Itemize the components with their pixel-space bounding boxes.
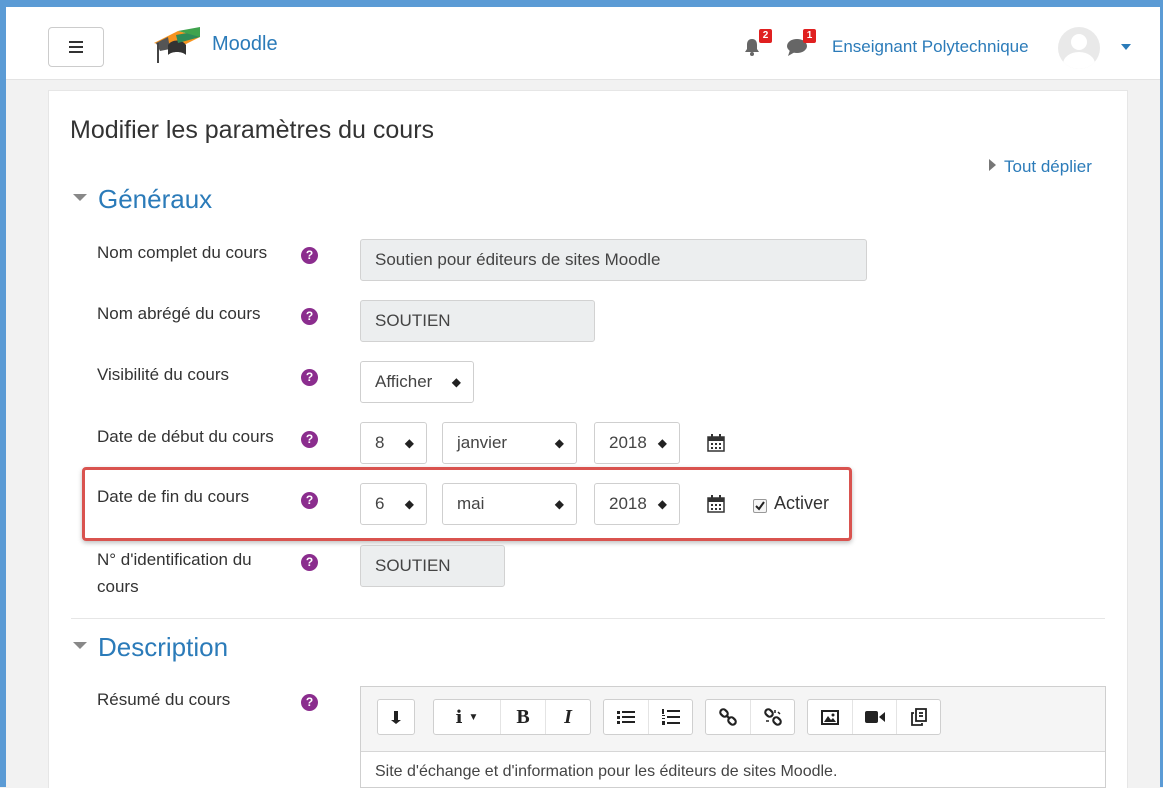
help-icon[interactable]: ? [301,431,318,448]
visibility-value: Afficher [375,372,433,391]
hamburger-line [69,51,83,53]
link-icon[interactable] [706,700,750,734]
select-arrows-icon: ◆ [404,436,414,450]
manage-files-icon[interactable] [896,700,940,734]
select-arrows-icon: ◆ [657,497,667,511]
startdate-label: Date de début du cours [97,427,274,446]
enddate-day-select[interactable]: 6 ◆ [360,483,427,525]
unordered-list-icon[interactable] [604,700,648,734]
section-general-title: Généraux [98,184,213,214]
toolbar-group [705,699,795,735]
ordered-list-icon[interactable] [648,700,692,734]
unlink-icon[interactable] [750,700,794,734]
enddate-day-value: 6 [375,494,385,513]
startdate-month-select[interactable]: janvier ◆ [442,422,577,464]
bold-glyph: B [516,705,530,728]
user-menu-name[interactable]: Enseignant Polytechnique [832,37,1029,57]
summary-editor[interactable]: i ▼ B I Site d'échange et d'information … [360,686,1106,788]
enddate-enable-label[interactable]: Activer [774,493,829,514]
enddate-year-select[interactable]: 2018 ◆ [594,483,680,525]
calendar-icon[interactable] [707,495,725,513]
avatar-body-shape [1063,52,1095,69]
startdate-month-value: janvier [457,433,508,452]
fullname-label: Nom complet du cours [97,243,268,262]
idnumber-label-line2: cours [97,577,139,596]
help-icon[interactable]: ? [301,369,318,386]
window-frame-left [0,0,6,787]
startdate-day-select[interactable]: 8 ◆ [360,422,427,464]
help-icon[interactable]: ? [301,308,318,325]
avatar-head-shape [1071,34,1087,50]
startdate-year-select[interactable]: 2018 ◆ [594,422,680,464]
enddate-month-select[interactable]: mai ◆ [442,483,577,525]
brand-name[interactable]: Moodle [212,33,278,56]
user-avatar[interactable] [1058,27,1100,69]
idnumber-label: N° d'identification du cours [97,546,252,600]
startdate-year-value: 2018 [609,433,647,452]
toolbar-group [603,699,693,735]
hamburger-line [69,41,83,43]
page-title: Modifier les paramètres du cours [70,116,435,144]
checkmark-icon [755,501,765,511]
section-divider [71,618,1105,619]
caret-down-icon [73,194,87,201]
select-arrows-icon: ◆ [404,497,414,511]
select-arrows-icon: ◆ [451,375,461,389]
messages-button[interactable]: 1 [786,29,816,59]
expand-all-label: Tout déplier [1004,157,1092,176]
section-description-title: Description [98,632,229,662]
caret-right-icon [989,159,996,171]
main-content-card: Modifier les paramètres du cours Tout dé… [48,90,1128,788]
visibility-label: Visibilité du cours [97,365,229,384]
help-icon[interactable]: ? [301,554,318,571]
editor-toolbar: i ▼ B I [361,687,1105,752]
italic-icon[interactable]: I [545,700,590,734]
notifications-button[interactable]: 2 [742,29,772,59]
message-count-badge: 1 [803,29,816,43]
help-icon[interactable]: ? [301,247,318,264]
user-menu-caret-icon[interactable] [1121,44,1131,50]
notification-count-badge: 2 [759,29,772,43]
summary-label: Résumé du cours [97,690,231,709]
toolbar-group [377,699,415,735]
idnumber-label-line1: N° d'identification du [97,550,252,569]
section-general-header[interactable]: Généraux [73,184,212,215]
enddate-label: Date de fin du cours [97,487,250,506]
idnumber-field[interactable]: SOUTIEN [360,545,505,587]
calendar-icon[interactable] [707,434,725,452]
window-frame-top [0,0,1163,7]
select-arrows-icon: ◆ [554,436,564,450]
menu-toggle-button[interactable] [48,27,104,67]
paragraph-styles-icon[interactable]: i ▼ [434,700,500,734]
section-description-header[interactable]: Description [73,632,228,663]
moodle-logo-icon[interactable] [148,21,204,69]
italic-glyph: I [564,705,572,728]
shortname-field[interactable]: SOUTIEN [360,300,595,342]
shortname-label: Nom abrégé du cours [97,304,261,323]
startdate-day-value: 8 [375,433,385,452]
select-arrows-icon: ◆ [554,497,564,511]
help-icon[interactable]: ? [301,694,318,711]
enddate-enable-checkbox[interactable] [753,499,767,513]
caret-down-icon [73,642,87,649]
visibility-select[interactable]: Afficher ◆ [360,361,474,403]
image-icon[interactable] [808,700,852,734]
hamburger-line [69,46,83,48]
help-icon[interactable]: ? [301,492,318,509]
summary-text[interactable]: Site d'échange et d'information pour les… [375,763,837,781]
video-icon[interactable] [852,700,896,734]
expand-all-link[interactable]: Tout déplier [989,157,1092,177]
collapse-icon[interactable] [378,700,414,734]
select-arrows-icon: ◆ [657,436,667,450]
toolbar-group [807,699,941,735]
fullname-field[interactable]: Soutien pour éditeurs de sites Moodle [360,239,867,281]
enddate-month-value: mai [457,494,485,513]
enddate-year-value: 2018 [609,494,647,513]
bold-icon[interactable]: B [500,700,545,734]
toolbar-group: i ▼ B I [433,699,591,735]
top-navbar: Moodle 2 1 Enseignant Polytechnique [6,7,1160,80]
